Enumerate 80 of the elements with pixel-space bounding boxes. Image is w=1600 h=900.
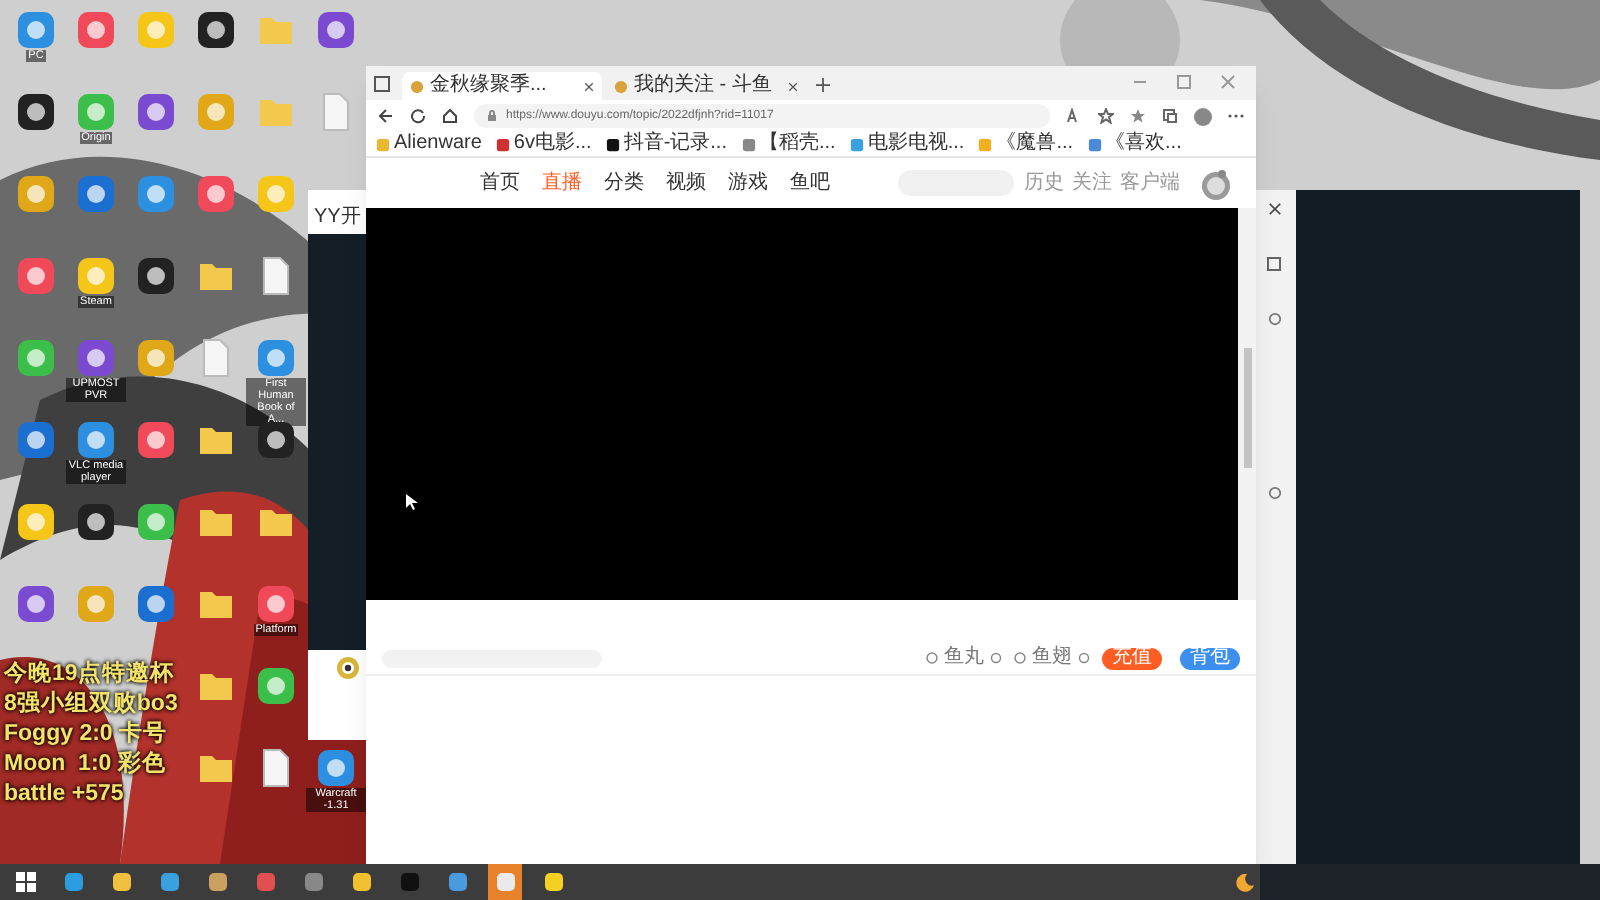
app-icon bbox=[543, 872, 563, 892]
nav-link[interactable]: 分类 bbox=[604, 168, 644, 198]
favorites-icon[interactable] bbox=[1130, 108, 1146, 124]
app-icon bbox=[63, 872, 83, 892]
bookmark-link[interactable]: 抖音-记录... bbox=[605, 134, 727, 154]
app-icon bbox=[255, 872, 275, 892]
window-title: YY开 bbox=[312, 206, 361, 228]
avatar-icon[interactable] bbox=[1194, 107, 1212, 125]
app-icon bbox=[495, 872, 515, 892]
app-icon[interactable] bbox=[76, 256, 116, 296]
balance-label: 鱼翅 bbox=[1032, 648, 1072, 668]
app-icon bbox=[159, 872, 179, 892]
bookmark-link[interactable]: 《魔兽... bbox=[978, 134, 1074, 154]
app-icon[interactable] bbox=[136, 338, 176, 378]
app-icon[interactable] bbox=[76, 502, 116, 542]
circle-icon[interactable] bbox=[1267, 312, 1281, 326]
site-icon bbox=[978, 137, 993, 151]
moon-icon[interactable] bbox=[1236, 873, 1254, 891]
close-icon[interactable] bbox=[584, 81, 594, 91]
app-icon[interactable] bbox=[16, 502, 56, 542]
app-icon[interactable] bbox=[256, 420, 296, 460]
circle-icon[interactable] bbox=[1267, 486, 1281, 500]
cursor-icon bbox=[406, 494, 418, 510]
new-tab-icon[interactable] bbox=[816, 78, 830, 92]
back-icon[interactable] bbox=[378, 108, 394, 124]
app-icon bbox=[351, 872, 371, 892]
lock-icon bbox=[486, 110, 498, 122]
nav-link[interactable]: 首页 bbox=[480, 168, 520, 198]
app-icon[interactable] bbox=[196, 10, 236, 50]
app-icon bbox=[111, 872, 131, 892]
site-icon bbox=[614, 79, 628, 93]
app-icon bbox=[447, 872, 467, 892]
app-icon[interactable] bbox=[316, 748, 356, 788]
maximize-icon[interactable] bbox=[1176, 74, 1192, 90]
panel-icon[interactable] bbox=[1266, 256, 1282, 272]
bookmark-link[interactable]: 《喜欢... bbox=[1087, 134, 1182, 154]
app-icon[interactable] bbox=[16, 92, 56, 132]
collections-icon[interactable] bbox=[1162, 108, 1178, 124]
nav-link[interactable]: 鱼吧 bbox=[790, 168, 830, 198]
overlay-text: battle +575 bbox=[4, 780, 124, 810]
nav-link[interactable]: 视频 bbox=[666, 168, 706, 198]
site-icon bbox=[605, 137, 620, 151]
site-icon bbox=[410, 79, 424, 93]
app-icon[interactable] bbox=[136, 502, 176, 542]
app-icon bbox=[399, 872, 419, 892]
star-icon[interactable] bbox=[1098, 108, 1114, 124]
coin-icon bbox=[926, 652, 938, 664]
app-icon[interactable] bbox=[256, 584, 296, 624]
app-icon[interactable] bbox=[76, 420, 116, 460]
app-icon bbox=[303, 872, 323, 892]
windows-logo-icon bbox=[15, 872, 35, 892]
browser-tab[interactable]: 金秋缘聚季... bbox=[402, 72, 602, 100]
avatar-icon[interactable] bbox=[1200, 167, 1232, 199]
app-icon bbox=[207, 872, 227, 892]
app-icon[interactable] bbox=[136, 420, 176, 460]
home-icon[interactable] bbox=[442, 108, 458, 124]
close-icon[interactable] bbox=[788, 81, 798, 91]
camera-icon bbox=[336, 656, 360, 680]
site-icon bbox=[741, 137, 755, 151]
app-icon[interactable] bbox=[16, 420, 56, 460]
site-icon bbox=[376, 137, 390, 151]
bookmark-link[interactable]: Alienware bbox=[376, 134, 482, 154]
coin-icon bbox=[1014, 652, 1026, 664]
tab-actions-icon[interactable] bbox=[374, 76, 390, 92]
close-icon[interactable] bbox=[1267, 202, 1281, 216]
read-aloud-icon[interactable] bbox=[1066, 108, 1082, 124]
site-icon bbox=[495, 137, 510, 151]
app-icon[interactable] bbox=[256, 666, 296, 706]
site-icon bbox=[1087, 137, 1102, 151]
browser-tab[interactable]: 我的关注 - 斗鱼 bbox=[606, 72, 806, 100]
app-icon[interactable] bbox=[136, 256, 176, 296]
site-icon bbox=[849, 137, 864, 151]
refresh-icon[interactable] bbox=[410, 108, 426, 124]
app-icon[interactable] bbox=[256, 174, 296, 214]
nav-link[interactable]: 游戏 bbox=[728, 168, 768, 198]
bookmark-link[interactable]: 电影电视... bbox=[849, 134, 965, 154]
bookmark-link[interactable]: 【稻壳... bbox=[741, 134, 836, 154]
scrollbar[interactable] bbox=[1238, 208, 1256, 600]
balance-label: 鱼丸 bbox=[944, 648, 984, 668]
bookmark-link[interactable]: 6v电影... bbox=[495, 134, 592, 154]
